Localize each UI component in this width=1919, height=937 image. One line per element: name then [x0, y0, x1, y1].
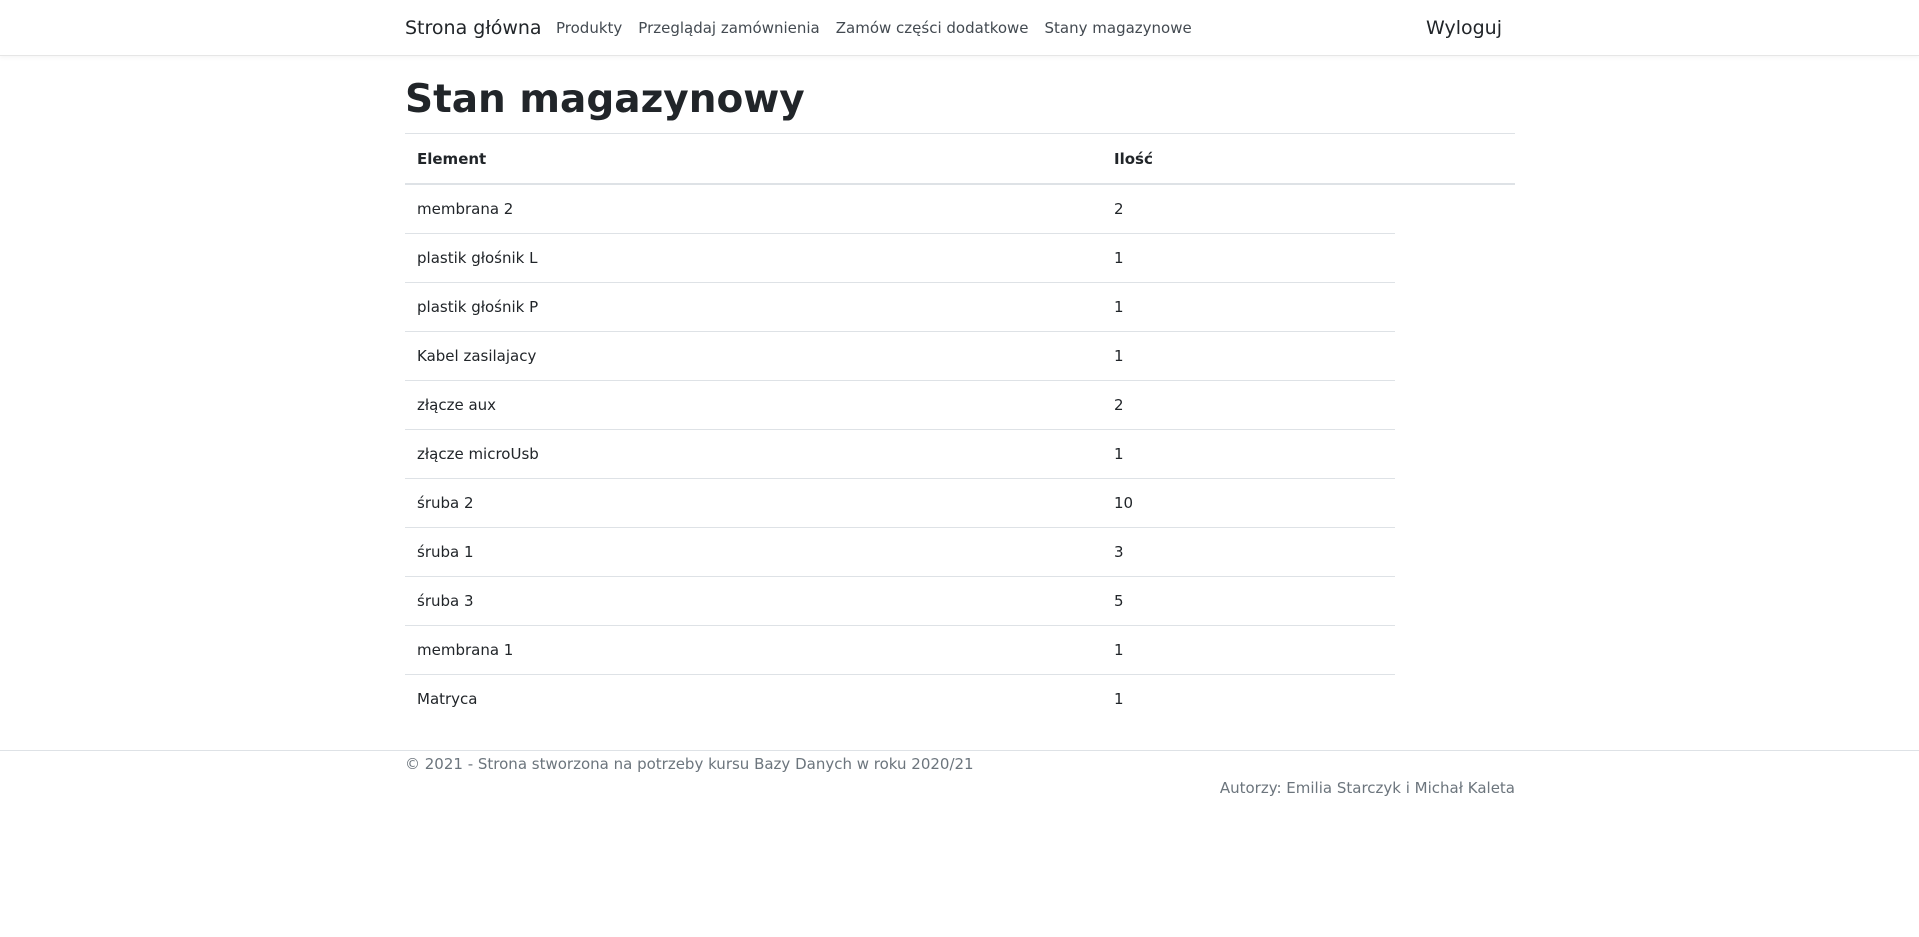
nav-link-produkty[interactable]: Produkty — [556, 19, 622, 37]
cell-spacer — [1395, 282, 1515, 331]
cell-spacer — [1395, 527, 1515, 576]
cell-spacer — [1395, 576, 1515, 625]
cell-quantity: 3 — [1102, 526, 1395, 576]
cell-element: membrana 1 — [405, 624, 1102, 674]
column-header-element: Element — [405, 134, 1102, 185]
logout-link[interactable]: Wyloguj — [1426, 17, 1502, 39]
brand-home-link[interactable]: Strona główna — [405, 17, 542, 39]
cell-quantity: 1 — [1102, 232, 1395, 282]
table-row: membrana 2 2 — [405, 184, 1515, 233]
table-row: śruba 3 5 — [405, 575, 1515, 625]
footer-authors: Autorzy: Emilia Starczyk i Michał Kaleta — [1219, 779, 1515, 797]
table-row: złącze aux 2 — [405, 379, 1515, 429]
table-row: Kabel zasilajacy 1 — [405, 330, 1515, 380]
table-row: plastik głośnik P 1 — [405, 281, 1515, 331]
cell-quantity: 1 — [1102, 624, 1395, 674]
nav-link-order-parts[interactable]: Zamów części dodatkowe — [836, 19, 1029, 37]
nav-link-orders[interactable]: Przeglądaj zamównienia — [638, 19, 819, 37]
column-header-quantity: Ilość — [1102, 134, 1395, 185]
cell-spacer — [1395, 184, 1515, 233]
cell-element: Kabel zasilajacy — [405, 330, 1102, 380]
table-row: śruba 1 3 — [405, 526, 1515, 576]
table-row: śruba 2 10 — [405, 477, 1515, 527]
cell-element: złącze microUsb — [405, 428, 1102, 478]
cell-quantity: 1 — [1102, 330, 1395, 380]
cell-element: plastik głośnik P — [405, 281, 1102, 331]
table-row: membrana 1 1 — [405, 624, 1515, 674]
cell-element: śruba 3 — [405, 575, 1102, 625]
table-header-row: Element Ilość — [405, 134, 1515, 185]
cell-element: śruba 1 — [405, 526, 1102, 576]
cell-spacer — [1395, 478, 1515, 527]
navbar-container: Strona główna Produkty Przeglądaj zamówn… — [405, 0, 1515, 56]
table-row: plastik głośnik L 1 — [405, 232, 1515, 282]
cell-element: Matryca — [405, 673, 1102, 723]
cell-spacer — [1395, 331, 1515, 380]
footer-copyright: © 2021 - Strona stworzona na potrzeby ku… — [405, 755, 974, 773]
table-row: złącze microUsb 1 — [405, 428, 1515, 478]
cell-spacer — [1395, 625, 1515, 674]
cell-spacer — [1395, 380, 1515, 429]
cell-element: złącze aux — [405, 379, 1102, 429]
nav-link-stock[interactable]: Stany magazynowe — [1045, 19, 1192, 37]
table-row: Matryca 1 — [405, 673, 1515, 723]
page-title: Stan magazynowy — [405, 70, 1515, 134]
cell-spacer — [1395, 674, 1515, 723]
cell-quantity: 2 — [1102, 379, 1395, 429]
cell-quantity: 2 — [1114, 199, 1124, 218]
cell-element: śruba 2 — [405, 477, 1102, 527]
cell-quantity: 1 — [1102, 673, 1395, 723]
cell-spacer — [1395, 233, 1515, 282]
stock-table: Element Ilość membrana 2 2 plastik głośn… — [405, 134, 1515, 723]
nav-links: Produkty Przeglądaj zamównienia Zamów cz… — [556, 19, 1208, 37]
cell-quantity: 1 — [1102, 281, 1395, 331]
cell-quantity: 5 — [1102, 575, 1395, 625]
cell-quantity: 10 — [1102, 477, 1395, 527]
page-footer: © 2021 - Strona stworzona na potrzeby ku… — [0, 750, 1919, 798]
top-navbar: Strona główna Produkty Przeglądaj zamówn… — [0, 0, 1919, 56]
main-content: Stan magazynowy Element Ilość membrana 2… — [405, 70, 1515, 723]
cell-element: plastik głośnik L — [405, 232, 1102, 282]
cell-quantity: 1 — [1102, 428, 1395, 478]
cell-element: membrana 2 — [417, 199, 514, 218]
cell-spacer — [1395, 429, 1515, 478]
column-header-spacer — [1395, 134, 1515, 185]
